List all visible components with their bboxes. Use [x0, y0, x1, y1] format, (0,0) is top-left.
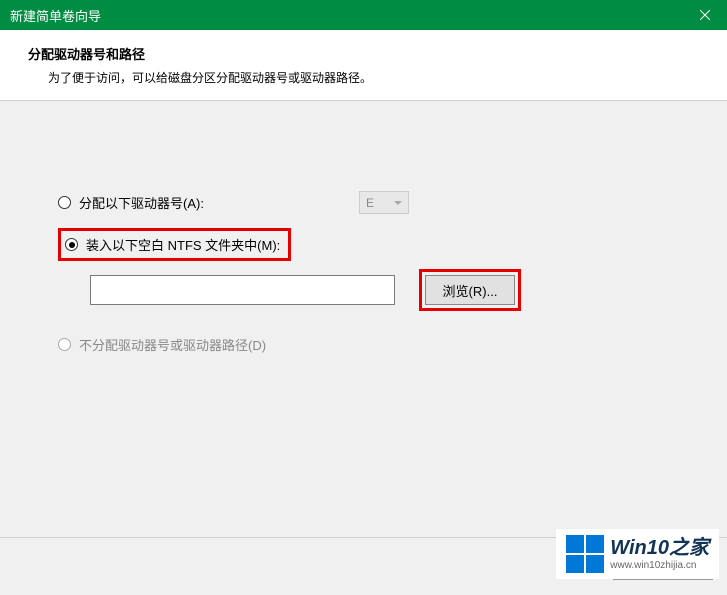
- mount-path-input[interactable]: [90, 275, 395, 305]
- close-button[interactable]: [682, 0, 727, 30]
- option-label: 装入以下空白 NTFS 文件夹中(M):: [86, 235, 280, 254]
- option-label: 不分配驱动器号或驱动器路径(D): [79, 335, 266, 354]
- watermark-title: Win10之家: [610, 537, 709, 560]
- watermark-url: www.win10zhijia.cn: [610, 560, 709, 572]
- close-icon: [700, 10, 710, 20]
- windows-logo-icon: [566, 535, 604, 573]
- option-no-assign[interactable]: 不分配驱动器号或驱动器路径(D): [58, 335, 687, 354]
- window-title: 新建简单卷向导: [10, 6, 682, 25]
- page-subheading: 为了便于访问，可以给磁盘分区分配驱动器号或驱动器路径。: [28, 69, 707, 86]
- drive-letter-select: E: [359, 191, 409, 214]
- wizard-header: 分配驱动器号和路径 为了便于访问，可以给磁盘分区分配驱动器号或驱动器路径。: [0, 30, 727, 101]
- radio-icon: [58, 338, 71, 351]
- browse-button[interactable]: 浏览(R)...: [425, 275, 515, 305]
- option-mount-folder[interactable]: 装入以下空白 NTFS 文件夹中(M):: [58, 228, 687, 261]
- highlight-annotation: 装入以下空白 NTFS 文件夹中(M):: [58, 228, 291, 261]
- titlebar: 新建简单卷向导: [0, 0, 727, 30]
- radio-icon: [65, 238, 78, 251]
- radio-icon: [58, 196, 71, 209]
- option-label: 分配以下驱动器号(A):: [79, 193, 204, 212]
- page-heading: 分配驱动器号和路径: [28, 44, 707, 63]
- watermark: Win10之家 www.win10zhijia.cn: [556, 529, 719, 579]
- highlight-annotation: 浏览(R)...: [419, 269, 521, 311]
- option-assign-letter[interactable]: 分配以下驱动器号(A): E: [58, 191, 687, 214]
- wizard-content: 分配以下驱动器号(A): E 装入以下空白 NTFS 文件夹中(M): 浏览(R…: [0, 101, 727, 388]
- mount-path-row: 浏览(R)...: [90, 269, 687, 311]
